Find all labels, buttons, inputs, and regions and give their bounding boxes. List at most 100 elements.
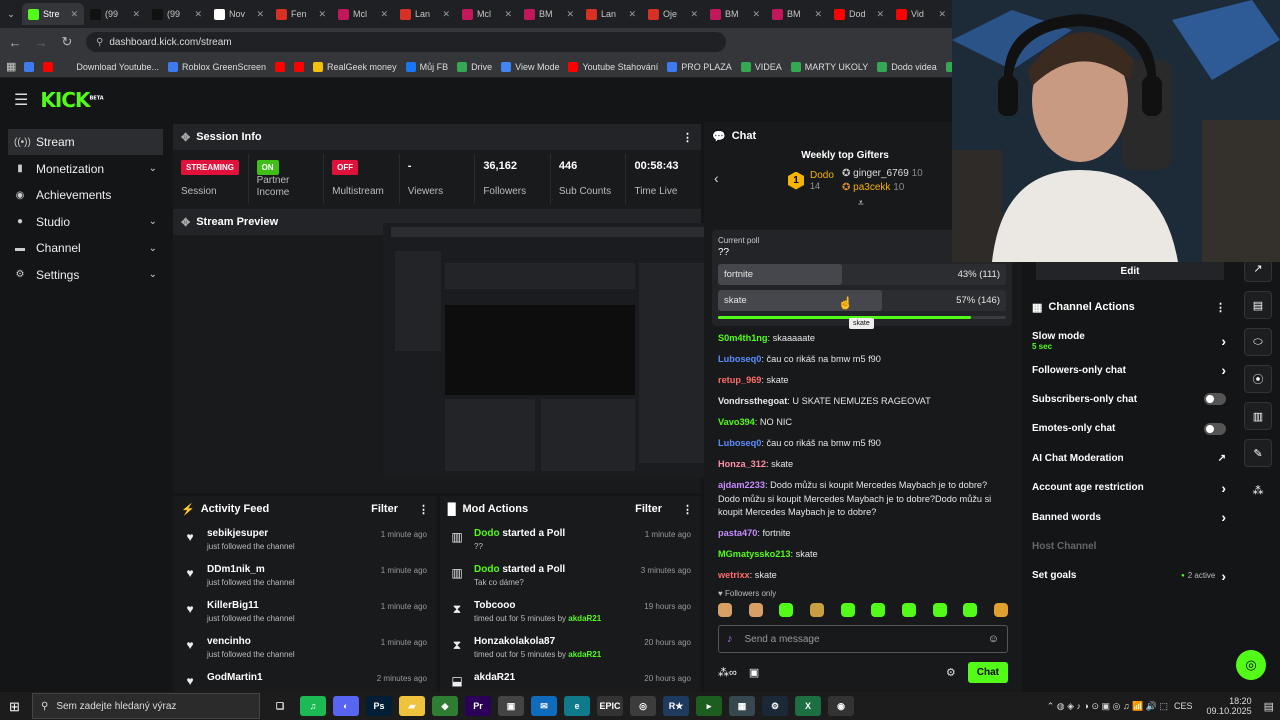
emote-icon[interactable] bbox=[809, 603, 824, 617]
emote-icon[interactable] bbox=[748, 603, 763, 617]
mod-username[interactable]: Dodo bbox=[474, 564, 500, 575]
tab-close-icon[interactable]: ✕ bbox=[442, 9, 450, 20]
emote-icon[interactable] bbox=[871, 603, 886, 617]
chrome-icon[interactable]: ◎ bbox=[630, 696, 656, 716]
more-icon[interactable]: ⋮ bbox=[682, 131, 693, 144]
notes-icon[interactable]: ▤ bbox=[1244, 291, 1272, 319]
chat-username[interactable]: Vavo394 bbox=[718, 417, 755, 427]
tab-close-icon[interactable]: ✕ bbox=[752, 9, 760, 20]
browser-tab[interactable]: Vid ✕ bbox=[890, 3, 952, 25]
browser-tab[interactable]: Stre ✕ bbox=[22, 3, 84, 25]
mod-by-user[interactable]: akdaR21 bbox=[568, 650, 601, 659]
chat-username[interactable]: Luboseq0 bbox=[718, 354, 761, 364]
sidebar-item-studio[interactable]: ● Studio ⌄ bbox=[8, 209, 163, 235]
tab-close-icon[interactable]: ✕ bbox=[132, 9, 140, 20]
spotify-icon[interactable]: ♫ bbox=[300, 696, 326, 716]
more-icon[interactable]: ⋮ bbox=[1215, 301, 1226, 314]
tab-close-icon[interactable]: ✕ bbox=[318, 9, 326, 20]
mod-target-user[interactable]: akdaR21 bbox=[474, 672, 515, 683]
points-icon[interactable]: ⁂∞ bbox=[718, 666, 737, 679]
chat-username[interactable]: Honza_312 bbox=[718, 459, 766, 469]
chat-username[interactable]: pasta470 bbox=[718, 528, 757, 538]
notifications-icon[interactable]: ▤ bbox=[1264, 700, 1274, 713]
browser-tab[interactable]: (99 ✕ bbox=[84, 3, 146, 25]
sidebar-item-settings[interactable]: ⚙ Settings ⌄ bbox=[8, 262, 163, 288]
grip-icon[interactable]: ✥ bbox=[181, 216, 190, 229]
chevron-down-icon[interactable]: ⌄ bbox=[149, 216, 157, 227]
channel-action-banned-words[interactable]: Banned words › bbox=[1024, 502, 1234, 531]
bookmark[interactable]: RealGeek money bbox=[313, 61, 397, 72]
bookmark[interactable] bbox=[24, 61, 35, 72]
tab-close-icon[interactable]: ✕ bbox=[70, 9, 78, 20]
tab-close-icon[interactable]: ✕ bbox=[504, 9, 512, 20]
bookmark[interactable] bbox=[275, 61, 286, 72]
chat-username[interactable]: retup_969 bbox=[718, 375, 761, 385]
grip-icon[interactable]: ✥ bbox=[181, 131, 190, 144]
mod-target-user[interactable]: Honzakolakola87 bbox=[474, 636, 555, 647]
chat-username[interactable]: Vondrssthegoat bbox=[718, 396, 787, 406]
gift-icon[interactable]: ▣ bbox=[749, 666, 759, 679]
tab-search-icon[interactable]: ⌄ bbox=[0, 3, 22, 25]
tab-close-icon[interactable]: ✕ bbox=[194, 9, 202, 20]
reload-icon[interactable]: ↻ bbox=[60, 34, 74, 50]
channel-action-ai-chat-moderation[interactable]: AI Chat Moderation ↗ bbox=[1024, 444, 1234, 473]
tray-icons[interactable]: ⌃ ◍ ◈ ♪ ◑ ⊙ ▣ ◎ ♫ 📶 🔊 ⬚ bbox=[1047, 701, 1168, 712]
channel-action-set-goals[interactable]: Set goals ● 2 active › bbox=[1024, 561, 1234, 590]
external-link-icon[interactable]: ↗ bbox=[1218, 453, 1226, 464]
discord-icon[interactable]: ◐ bbox=[333, 696, 359, 716]
gifters-prev-icon[interactable]: ‹ bbox=[714, 170, 719, 186]
mail-icon[interactable]: ✉ bbox=[531, 696, 557, 716]
browser-tab[interactable]: Lan ✕ bbox=[394, 3, 456, 25]
task-view-icon[interactable]: ❏ bbox=[267, 696, 293, 716]
mod-target-user[interactable]: Tobcooo bbox=[474, 600, 515, 611]
broadcast-icon[interactable]: ⦿ bbox=[1244, 365, 1272, 393]
premiere-icon[interactable]: Pr bbox=[465, 696, 491, 716]
chat-username[interactable]: MGmatyssko213 bbox=[718, 549, 791, 559]
emote-icon[interactable] bbox=[932, 603, 947, 617]
more-icon[interactable]: ⋮ bbox=[418, 503, 429, 516]
tab-close-icon[interactable]: ✕ bbox=[814, 9, 822, 20]
more-icon[interactable]: ⋮ bbox=[682, 503, 693, 516]
bookmark[interactable]: Download Youtube... bbox=[62, 61, 159, 72]
emoji-icon[interactable]: ☺ bbox=[988, 633, 999, 645]
store-icon[interactable]: ▣ bbox=[498, 696, 524, 716]
chevron-down-icon[interactable]: ⌄ bbox=[149, 163, 157, 174]
channel-action-followers-only-chat[interactable]: Followers-only chat › bbox=[1024, 355, 1234, 384]
bookmark[interactable]: Youtube Stahování bbox=[568, 61, 658, 72]
mod-filter-button[interactable]: Filter bbox=[635, 503, 662, 515]
activity-filter-button[interactable]: Filter bbox=[371, 503, 398, 515]
excel-icon[interactable]: X bbox=[795, 696, 821, 716]
tab-close-icon[interactable]: ✕ bbox=[628, 9, 636, 20]
bookmark[interactable] bbox=[43, 61, 54, 72]
chevron-down-icon[interactable]: ⌄ bbox=[149, 269, 157, 280]
browser-tab[interactable]: BM ✕ bbox=[518, 3, 580, 25]
bookmark[interactable]: Dodo videa bbox=[877, 61, 937, 72]
send-chat-button[interactable]: Chat bbox=[967, 662, 1008, 683]
sidebar-item-channel[interactable]: ▬ Channel ⌄ bbox=[8, 235, 163, 261]
apps-grid-icon[interactable]: ▦ bbox=[6, 60, 16, 73]
language-indicator[interactable]: CES bbox=[1174, 701, 1193, 711]
settings-icon[interactable]: ⚙ bbox=[946, 666, 956, 679]
chat-username[interactable]: S0m4th1ng bbox=[718, 333, 768, 343]
bookmark[interactable]: Drive bbox=[457, 61, 492, 72]
tab-close-icon[interactable]: ✕ bbox=[380, 9, 388, 20]
activity-username[interactable]: sebikjesuper bbox=[207, 528, 371, 539]
site-info-icon[interactable]: ⚲ bbox=[96, 37, 103, 48]
browser-tab[interactable]: Dod ✕ bbox=[828, 3, 890, 25]
activity-username[interactable]: GodMartin1 bbox=[207, 672, 367, 683]
bookmark[interactable]: MARTY UKOLY bbox=[790, 61, 868, 72]
edge-icon[interactable]: e bbox=[564, 696, 590, 716]
activity-username[interactable]: vencinho bbox=[207, 636, 371, 647]
epic-icon[interactable]: EPIC bbox=[597, 696, 623, 716]
browser-tab[interactable]: (99 ✕ bbox=[146, 3, 208, 25]
toggle-switch[interactable] bbox=[1204, 422, 1226, 435]
windows-start-icon[interactable]: ⊞ bbox=[9, 699, 20, 715]
poll-option[interactable]: skate 57% (146) bbox=[718, 290, 1006, 311]
bookmark[interactable] bbox=[294, 61, 305, 72]
edit-button[interactable]: Edit bbox=[1036, 262, 1224, 280]
mic-icon[interactable]: ♪ bbox=[727, 633, 733, 645]
chevron-down-icon[interactable]: ⌄ bbox=[149, 243, 157, 254]
rockstar-icon[interactable]: R★ bbox=[663, 696, 689, 716]
channel-action-slow-mode[interactable]: Slow mode 5 sec › bbox=[1024, 326, 1234, 355]
chat-username[interactable]: ajdam2233 bbox=[718, 480, 765, 490]
